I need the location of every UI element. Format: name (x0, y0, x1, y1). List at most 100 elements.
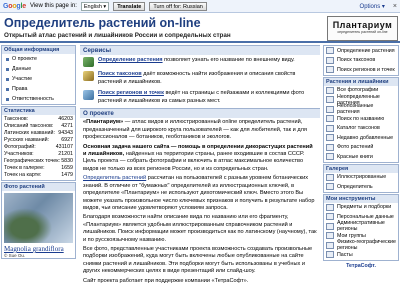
gallery-link[interactable]: Определитель (324, 182, 398, 192)
stat-row: Фотографий: 431107 (4, 144, 73, 150)
search-icon (83, 71, 94, 82)
photo-icon (326, 143, 334, 151)
about-paragraph: Сайт проекта работает при поддержке комп… (83, 277, 249, 284)
left-sidebar: Общая информация О проекте Данные Участи… (0, 44, 77, 300)
stats-title: Статистика (2, 107, 75, 115)
tool-link[interactable]: Административные регионы (324, 220, 398, 232)
map-icon (326, 66, 334, 74)
tools-title: Мои инструменты (324, 194, 398, 203)
about-paragraph: «Плантариум» — атлас видов и иллюстриров… (83, 119, 307, 141)
google-logo: Google (3, 2, 26, 10)
right-link[interactable]: Поиск таксонов (324, 56, 398, 66)
question-icon (326, 96, 334, 104)
options-menu[interactable]: Options ▾ (360, 3, 385, 10)
tools-box: Мои инструменты Предметы и подборки Перс… (323, 193, 399, 261)
quick-links-box: Определение растения Поиск таксонов Поис… (323, 45, 399, 76)
logo-title: Плантариум (332, 20, 393, 30)
key-icon (326, 183, 334, 191)
plant-photo[interactable] (4, 193, 73, 243)
category-link[interactable]: Каталог таксонов (324, 124, 398, 134)
stat-row: Точек в галерее: 1659 (4, 165, 73, 171)
close-icon[interactable]: × (393, 3, 397, 10)
language-select[interactable]: English ▾ (80, 1, 110, 11)
view-page-label: View this page in: (29, 3, 77, 9)
stat-row: Латинских названий: 94343 (4, 130, 73, 136)
tool-link[interactable]: Пасты (324, 250, 398, 260)
stats-box: Статистика Таксонов: 46203 Описаний таксо… (1, 106, 76, 181)
globe-icon (326, 241, 334, 249)
book-icon (326, 153, 334, 161)
nav-item-responsibility[interactable]: Ответственность (2, 94, 75, 104)
stat-row: Таксонов: 46203 (4, 116, 73, 122)
nav-item-participation[interactable]: Участие (2, 74, 75, 84)
bullet-icon (6, 67, 9, 71)
plants-box: Растения и лишайники Все фотографии Неоп… (323, 76, 399, 163)
nav-item-data[interactable]: Данные (2, 64, 75, 74)
about-paragraph: Все фото, представленные участниками про… (83, 245, 313, 275)
site-header: Определитель растений on-line Открытый а… (0, 13, 400, 43)
nav-item-rights[interactable]: Права (2, 84, 75, 94)
about-paragraph: Основная задача нашего сайта — помощь в … (83, 143, 313, 172)
translate-bar: Google View this page in: English ▾ Tran… (0, 0, 400, 13)
new-icon (326, 134, 334, 142)
gallery-box: Галерея Иллюстрированные Определитель (323, 163, 399, 193)
bullet-icon (6, 77, 9, 81)
map-icon (83, 90, 94, 101)
plantarium-logo[interactable]: Плантариум определитель растений on-line (327, 16, 398, 41)
tool-link[interactable]: Предметы и подборки (324, 203, 398, 213)
main-content: Сервисы Определение растения позволяет у… (80, 44, 320, 300)
user-icon (326, 213, 334, 221)
about-title: О проекте (80, 108, 320, 119)
search-icon (326, 115, 334, 123)
tool-link[interactable]: Физико-географические регионы (324, 239, 398, 251)
right-link[interactable]: Определение растения (324, 46, 398, 56)
general-info-title: Общая информация (2, 46, 75, 54)
turn-off-button[interactable]: Turn off for: Russian (149, 1, 207, 11)
gallery-title: Галерея (324, 164, 398, 173)
plants-box-title: Растения и лишайники (324, 77, 398, 86)
stat-row: Географических точек: 5830 (4, 158, 73, 164)
question-icon (326, 105, 334, 113)
stat-row: Точек на карте: 1479 (4, 172, 73, 178)
identifier-link[interactable]: Определитель растений (83, 175, 146, 181)
group-icon (326, 232, 334, 240)
service-item: Определение растения позволяет узнать ег… (80, 55, 320, 69)
photo-icon (326, 86, 334, 94)
category-link[interactable]: Поиск по названию (324, 114, 398, 124)
region-icon (326, 222, 334, 230)
search-icon (326, 56, 334, 64)
regions-search-link[interactable]: Поиск регионов и точек (98, 90, 164, 96)
image-icon (326, 173, 334, 181)
tetrasoft-link[interactable]: ТетраСофт. (322, 262, 400, 272)
nav-item-about[interactable]: О проекте (2, 54, 75, 64)
category-link[interactable]: Неопознанные растения (324, 103, 398, 115)
stat-row: Описаний таксонов: 4271 (4, 123, 73, 129)
identify-link[interactable]: Определение растения (98, 57, 163, 63)
logo-subtitle: определитель растений on-line (337, 30, 388, 34)
right-sidebar: Определение растения Поиск таксонов Поис… (322, 44, 400, 300)
right-link[interactable]: Поиск регионов и точек (324, 65, 398, 75)
photo-box: Фото растений Magnolia grandiflora © Sue… (1, 182, 76, 259)
leaf-icon (326, 47, 334, 55)
services-title: Сервисы (80, 45, 320, 56)
bullet-icon (6, 57, 9, 61)
category-link[interactable]: Красные книги (324, 152, 398, 162)
about-paragraph: Благодаря возможности найти описание вид… (83, 214, 317, 243)
identify-icon (83, 57, 94, 68)
bullet-icon (6, 97, 9, 101)
photo-caption-link[interactable]: Magnolia grandiflora (2, 245, 75, 253)
translate-button[interactable]: Translate (113, 1, 146, 11)
about-paragraph: Определитель растений рассчитан на польз… (83, 175, 315, 211)
site-title[interactable]: Определитель растений on-line (4, 16, 201, 30)
category-link[interactable]: Недавно добавленные (324, 133, 398, 143)
taxa-search-link[interactable]: Поиск таксонов (98, 71, 142, 77)
service-item: Поиск регионов и точек ведёт на страницы… (80, 88, 320, 107)
folder-icon (326, 203, 334, 211)
stat-row: Участников: 21201 (4, 151, 73, 157)
category-link[interactable]: Фото растений (324, 143, 398, 153)
gallery-link[interactable]: Иллюстрированные (324, 173, 398, 183)
photo-title: Фото растений (2, 183, 75, 191)
photo-author: © Sue Ou. (4, 253, 26, 258)
bullet-icon (6, 87, 9, 91)
general-info-box: Общая информация О проекте Данные Участи… (1, 45, 76, 105)
